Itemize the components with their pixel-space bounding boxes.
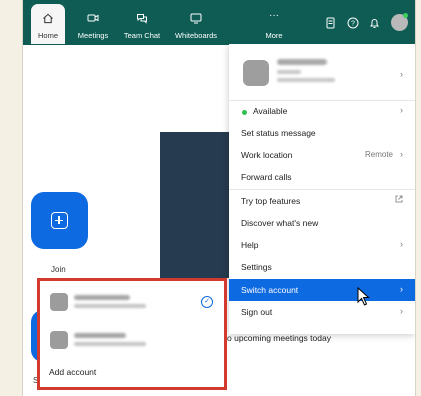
upcoming-meetings-text: o upcoming meetings today: [227, 333, 331, 343]
chevron-right-icon: ›: [400, 284, 403, 294]
menu-item-label: Set status message: [241, 128, 316, 138]
tab-more-label: More: [265, 31, 283, 40]
menu-item-label: Help: [241, 240, 259, 250]
add-account-button[interactable]: Add account: [49, 367, 96, 377]
work-location-value: Remote: [364, 150, 393, 159]
svg-text:?: ?: [351, 21, 355, 28]
home-icon: [43, 13, 54, 26]
tab-whiteboards-label: Whiteboards: [174, 31, 218, 40]
menu-item-settings[interactable]: Settings: [229, 256, 415, 278]
chevron-right-icon: ›: [400, 239, 403, 249]
profile-picture: [243, 60, 269, 86]
menu-item-label: Try top features: [241, 196, 301, 206]
menu-item-forward-calls[interactable]: Forward calls: [229, 166, 415, 188]
bell-icon[interactable]: [369, 16, 380, 34]
profile-menu: › Available › Set status message Work lo…: [229, 44, 415, 334]
tab-home-label: Home: [37, 31, 58, 40]
video-camera-icon: [87, 13, 99, 25]
chevron-right-icon: ›: [400, 306, 403, 316]
tab-team-chat[interactable]: Team Chat: [119, 0, 165, 45]
account-item-other[interactable]: [40, 323, 224, 357]
profile-header[interactable]: ›: [229, 44, 415, 100]
menu-item-label: Work location: [241, 150, 293, 160]
account-item-current[interactable]: ✓: [40, 285, 224, 319]
tab-more[interactable]: ··· More: [259, 0, 289, 45]
menu-item-label: Discover what's new: [241, 218, 319, 228]
menu-item-available[interactable]: Available ›: [229, 100, 415, 122]
switch-account-submenu: ✓ Add account: [37, 278, 227, 390]
account-name-redacted: [74, 295, 130, 300]
tab-meetings-label: Meetings: [77, 31, 109, 40]
online-status-dot: [403, 13, 408, 18]
account-email-redacted: [74, 342, 146, 346]
chevron-right-icon: ›: [400, 69, 403, 79]
menu-item-try-top-features[interactable]: Try top features: [229, 190, 415, 212]
profile-email-redacted: [277, 78, 335, 82]
join-label: Join: [51, 265, 66, 274]
plus-icon: [51, 212, 68, 229]
menu-item-switch-account[interactable]: Switch account ›: [229, 279, 415, 301]
menu-item-label: Forward calls: [241, 172, 292, 182]
more-dots-icon: ···: [269, 10, 279, 21]
menu-item-discover-whats-new[interactable]: Discover what's new: [229, 212, 415, 234]
menu-item-label: Sign out: [241, 307, 273, 317]
menu-item-set-status[interactable]: Set status message: [229, 122, 415, 144]
account-email-redacted: [74, 304, 146, 308]
top-navigation-bar: Home Meetings Team Chat Whiteboards ··· …: [23, 0, 415, 45]
menu-item-sign-out[interactable]: Sign out ›: [229, 301, 415, 323]
menu-item-label: Switch account: [241, 285, 299, 295]
chat-bubbles-icon: [136, 13, 148, 26]
account-avatar: [50, 293, 68, 311]
chevron-right-icon: ›: [400, 149, 403, 159]
profile-name-redacted: [277, 59, 327, 65]
help-icon[interactable]: ?: [347, 16, 359, 34]
tab-team-chat-label: Team Chat: [123, 31, 161, 40]
tab-whiteboards[interactable]: Whiteboards: [171, 0, 221, 45]
menu-item-label: Available: [253, 106, 288, 116]
whiteboard-icon: [190, 13, 202, 26]
tab-home[interactable]: Home: [31, 4, 65, 44]
menu-item-work-location[interactable]: Work location Remote ›: [229, 144, 415, 166]
profile-role-redacted: [277, 70, 301, 74]
chevron-right-icon: ›: [400, 105, 403, 115]
selected-check-icon: ✓: [201, 296, 213, 308]
available-status-dot: [242, 110, 247, 115]
account-avatar: [50, 331, 68, 349]
tab-meetings[interactable]: Meetings: [73, 0, 113, 45]
menu-item-help[interactable]: Help ›: [229, 234, 415, 256]
external-link-icon: [395, 195, 403, 205]
mouse-cursor-icon: [357, 286, 371, 312]
account-name-redacted: [74, 333, 126, 338]
join-button[interactable]: [31, 192, 88, 249]
zoom-window: Home Meetings Team Chat Whiteboards ··· …: [22, 0, 416, 396]
calendar-preview-card: [160, 132, 240, 278]
contacts-icon[interactable]: [325, 16, 336, 34]
menu-item-label: Settings: [241, 262, 272, 272]
